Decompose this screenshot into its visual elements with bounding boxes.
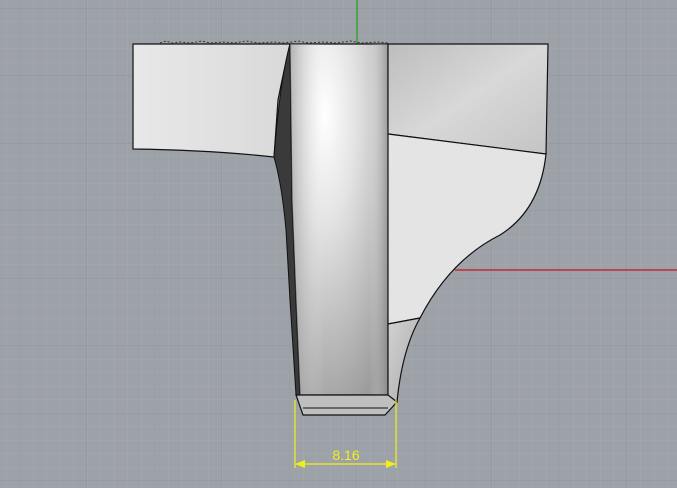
model-left-top-face[interactable] [132, 43, 291, 158]
model-bottom-chamfer[interactable] [295, 394, 398, 416]
3d-viewport[interactable]: 8.16 [0, 0, 677, 488]
model-center-shade [290, 44, 389, 395]
viewport-canvas[interactable]: 8.16 [0, 0, 677, 488]
dimension-value: 8.16 [332, 447, 359, 463]
